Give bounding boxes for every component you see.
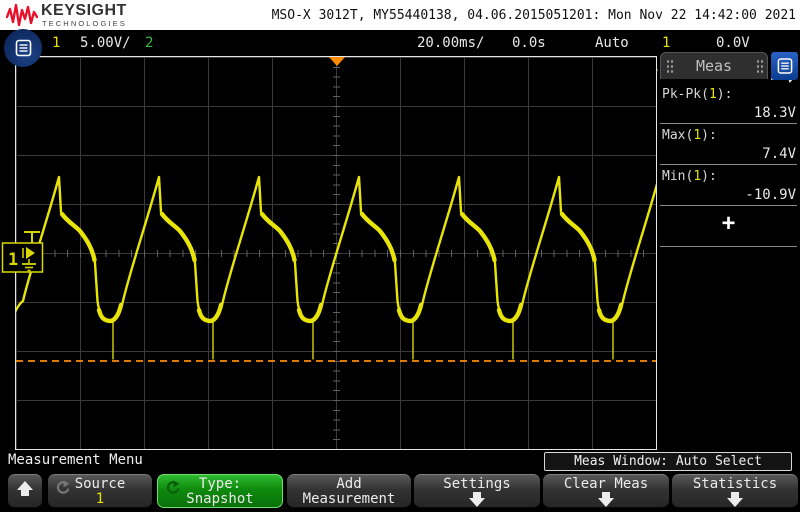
delay-readout[interactable]: 0.0s bbox=[512, 30, 546, 56]
softkey-statistics[interactable]: Statistics bbox=[672, 474, 798, 508]
separator bbox=[660, 205, 797, 206]
meas-row-max-value: 7.4V bbox=[762, 146, 796, 162]
trigger-mode[interactable]: Auto bbox=[595, 30, 629, 56]
system-title: MSO-X 3012T, MY55440138, 04.06.201505120… bbox=[271, 8, 796, 23]
meas-row-min-label: Min(1): bbox=[662, 169, 717, 184]
keysight-logo-icon bbox=[6, 3, 38, 27]
softkey-settings-label: Settings bbox=[443, 476, 511, 492]
channel1-waveform-bright-segments bbox=[59, 211, 624, 324]
separator bbox=[660, 246, 797, 247]
softkey-add-measurement[interactable]: Add Measurement bbox=[287, 474, 411, 508]
menu-title: Measurement Menu bbox=[8, 452, 143, 468]
separator bbox=[660, 123, 797, 124]
ch1-number[interactable]: 1 bbox=[52, 30, 60, 56]
brand-name: KEYSIGHT bbox=[41, 2, 127, 19]
ch1-scale[interactable]: 5.00V/ bbox=[80, 30, 131, 56]
meas-row-pkpk-value: 18.3V bbox=[753, 105, 796, 121]
softkey-clear-meas[interactable]: Clear Meas bbox=[543, 474, 669, 508]
time-reference-marker[interactable] bbox=[329, 57, 345, 66]
softkey-type[interactable]: Type: Snapshot bbox=[157, 474, 283, 508]
softkey-clear-label: Clear Meas bbox=[563, 476, 649, 492]
softkey-settings[interactable]: Settings bbox=[414, 474, 540, 508]
meas-row-pkpk-label: Pk-Pk(1): bbox=[662, 87, 733, 102]
panel-grip-right[interactable] bbox=[756, 59, 763, 73]
down-arrow-icon bbox=[672, 492, 798, 507]
oscilloscope-screen: { "header": { "brand": "KEYSIGHT", "bran… bbox=[0, 0, 800, 512]
ch2-number[interactable]: 2 bbox=[145, 30, 153, 56]
separator bbox=[660, 164, 797, 165]
brand-subtitle: TECHNOLOGIES bbox=[42, 19, 127, 28]
cycle-icon bbox=[56, 480, 70, 494]
add-measurement-plus-button[interactable]: + bbox=[660, 210, 797, 240]
waveform-spikes bbox=[112, 321, 614, 360]
menu-document-icon bbox=[15, 39, 31, 57]
meas-window-status[interactable]: Meas Window: Auto Select bbox=[544, 452, 792, 471]
cycle-icon bbox=[166, 480, 180, 494]
channel1-badge-label: 1 bbox=[8, 250, 18, 270]
channel1-waveform-trace bbox=[16, 175, 656, 323]
panel-document-icon bbox=[777, 58, 792, 74]
meas-panel-tab[interactable]: Meas bbox=[660, 52, 768, 79]
softkey-statistics-label: Statistics bbox=[692, 476, 778, 492]
channel1-ground-marker[interactable]: 1 bbox=[0, 226, 46, 276]
softkey-add-line1: Add bbox=[336, 476, 362, 492]
softkey-add-line2: Measurement bbox=[302, 491, 396, 507]
meas-row-max-label: Max(1): bbox=[662, 128, 717, 143]
waveform-display[interactable] bbox=[15, 56, 657, 450]
meas-row-min-value: -10.9V bbox=[745, 187, 796, 203]
timebase-readout[interactable]: 20.00ms/ bbox=[417, 30, 484, 56]
top-brand-bar: KEYSIGHT TECHNOLOGIES MSO-X 3012T, MY554… bbox=[0, 0, 800, 30]
main-menu-button[interactable] bbox=[4, 29, 42, 67]
down-arrow-icon bbox=[414, 492, 540, 507]
panel-grip-left[interactable] bbox=[666, 59, 673, 73]
back-up-button[interactable] bbox=[8, 474, 42, 508]
up-arrow-icon bbox=[8, 481, 42, 496]
meas-panel-menu-button[interactable] bbox=[771, 52, 798, 80]
waveform-layer bbox=[16, 57, 656, 362]
softkey-source[interactable]: Source 1 bbox=[48, 474, 152, 508]
down-arrow-icon bbox=[543, 492, 669, 507]
